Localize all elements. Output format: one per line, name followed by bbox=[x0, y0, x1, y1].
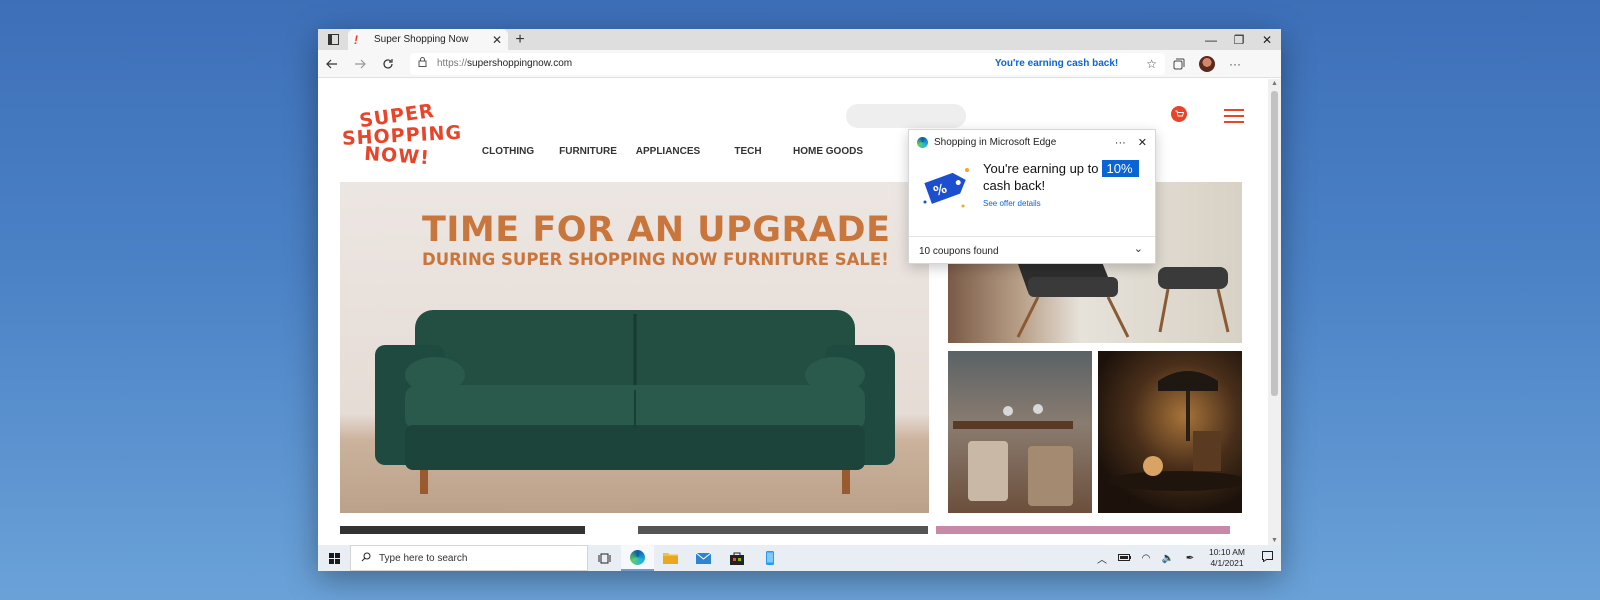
nav-item-home-goods[interactable]: HOME GOODS bbox=[788, 146, 868, 157]
panel-more-icon[interactable]: ··· bbox=[1115, 137, 1126, 149]
taskbar-search-input[interactable]: Type here to search bbox=[350, 545, 588, 571]
favorites-star-icon[interactable]: ☆ bbox=[1146, 57, 1157, 71]
site-favicon-icon: ! bbox=[354, 32, 358, 47]
start-button[interactable] bbox=[318, 545, 350, 571]
phone-icon[interactable] bbox=[753, 545, 786, 571]
shopping-panel: Shopping in Microsoft Edge ··· ✕ % You'r… bbox=[908, 129, 1156, 264]
close-window-button[interactable]: ✕ bbox=[1253, 29, 1281, 50]
nav-item-clothing[interactable]: CLOTHING bbox=[468, 146, 548, 157]
window-controls: — ❐ ✕ bbox=[1197, 29, 1281, 50]
cart-icon[interactable] bbox=[1171, 106, 1187, 122]
maximize-button[interactable]: ❐ bbox=[1225, 29, 1253, 50]
web-page: SUPER SHOPPING NOW! CLOTHING FURNITURE A… bbox=[318, 79, 1268, 571]
nav-item-appliances[interactable]: APPLIANCES bbox=[628, 146, 708, 157]
logo-line: NOW! bbox=[363, 142, 431, 170]
forward-icon[interactable] bbox=[346, 50, 374, 78]
notification-icon[interactable] bbox=[1253, 551, 1281, 565]
new-tab-button[interactable]: + bbox=[508, 29, 532, 50]
url-field[interactable]: https:// supershoppingnow.com You're ear… bbox=[410, 52, 1165, 75]
chevron-down-icon[interactable]: ⌄ bbox=[1134, 242, 1143, 255]
show-hidden-icon[interactable]: ︿ bbox=[1091, 551, 1113, 566]
sofa-image bbox=[375, 310, 895, 494]
scroll-down-icon[interactable]: ▼ bbox=[1268, 537, 1281, 544]
site-search-input[interactable] bbox=[846, 104, 966, 128]
edge-logo-icon bbox=[917, 137, 928, 148]
profile-avatar[interactable] bbox=[1199, 55, 1215, 72]
offer-suffix: cash back! bbox=[983, 178, 1046, 193]
nav-item-furniture[interactable]: FURNITURE bbox=[548, 146, 628, 157]
edge-icon[interactable] bbox=[621, 545, 654, 571]
address-bar: https:// supershoppingnow.com You're ear… bbox=[318, 50, 1281, 78]
system-tray: ︿ ◠ 🔈 ✒ 10:10 AM 4/1/2021 bbox=[1091, 547, 1281, 569]
page-scrollbar[interactable]: ▲ ▼ bbox=[1268, 79, 1281, 545]
product-strip bbox=[340, 526, 585, 534]
tab-close-icon[interactable]: ✕ bbox=[492, 33, 502, 47]
refresh-icon[interactable] bbox=[374, 50, 402, 78]
hero-title: TIME FOR AN UPGRADE bbox=[422, 210, 891, 250]
clock[interactable]: 10:10 AM 4/1/2021 bbox=[1201, 547, 1253, 569]
offer-details-link[interactable]: See offer details bbox=[983, 199, 1041, 208]
tab-title: Super Shopping Now bbox=[374, 34, 469, 45]
battery-icon[interactable] bbox=[1113, 553, 1135, 564]
product-strip bbox=[936, 526, 1230, 534]
network-icon[interactable]: ◠ bbox=[1135, 553, 1157, 564]
lock-icon[interactable] bbox=[418, 57, 427, 70]
dining-image-tile[interactable] bbox=[948, 351, 1092, 513]
active-tab[interactable]: ! Super Shopping Now ✕ bbox=[348, 29, 508, 50]
clock-date: 4/1/2021 bbox=[1210, 558, 1244, 568]
hero-subtitle: DURING SUPER SHOPPING NOW FURNITURE SALE… bbox=[422, 250, 889, 269]
scroll-thumb[interactable] bbox=[1271, 91, 1278, 396]
tab-actions-icon[interactable] bbox=[318, 29, 348, 50]
windows-taskbar: Type here to search ︿ ◠ 🔈 ✒ 10:10 AM 4/1… bbox=[318, 545, 1281, 571]
store-icon[interactable] bbox=[720, 545, 753, 571]
mail-icon[interactable] bbox=[687, 545, 720, 571]
search-icon bbox=[361, 552, 371, 565]
windows-logo-icon bbox=[328, 552, 340, 564]
site-nav: CLOTHING FURNITURE APPLIANCES TECH HOME … bbox=[468, 146, 868, 157]
volume-icon[interactable]: 🔈 bbox=[1157, 553, 1179, 564]
url-host: supershoppingnow.com bbox=[467, 58, 573, 69]
more-icon[interactable]: ··· bbox=[1221, 57, 1249, 71]
scroll-up-icon[interactable]: ▲ bbox=[1268, 80, 1281, 87]
offer-prefix: You're earning up to bbox=[983, 161, 1099, 176]
pen-icon[interactable]: ✒ bbox=[1179, 553, 1201, 564]
panel-title: Shopping in Microsoft Edge bbox=[934, 137, 1057, 148]
nav-item-tech[interactable]: TECH bbox=[708, 146, 788, 157]
browser-window: ! Super Shopping Now ✕ + — ❐ ✕ https:// … bbox=[318, 29, 1281, 571]
collections-icon[interactable] bbox=[1165, 58, 1193, 70]
task-view-icon[interactable] bbox=[588, 545, 621, 571]
file-explorer-icon[interactable] bbox=[654, 545, 687, 571]
cashback-notice[interactable]: You're earning cash back! bbox=[995, 58, 1118, 69]
back-icon[interactable] bbox=[318, 50, 346, 78]
url-protocol: https:// bbox=[437, 58, 468, 69]
product-strip bbox=[638, 526, 928, 534]
lamp-image-tile[interactable] bbox=[1098, 351, 1242, 513]
hero-banner[interactable]: TIME FOR AN UPGRADE DURING SUPER SHOPPIN… bbox=[340, 182, 929, 513]
clock-time: 10:10 AM bbox=[1209, 547, 1245, 557]
cashback-badge: 10% bbox=[1102, 160, 1139, 177]
title-bar: ! Super Shopping Now ✕ + — ❐ ✕ bbox=[318, 29, 1281, 50]
coupons-count[interactable]: 10 coupons found bbox=[919, 246, 999, 257]
site-logo[interactable]: SUPER SHOPPING NOW! bbox=[341, 100, 462, 169]
search-placeholder: Type here to search bbox=[379, 552, 468, 564]
panel-divider bbox=[909, 236, 1155, 237]
panel-close-icon[interactable]: ✕ bbox=[1138, 136, 1147, 149]
cashback-offer: You're earning up to 10% cash back! bbox=[983, 160, 1139, 194]
coupon-tag-icon: % bbox=[923, 168, 969, 208]
menu-icon[interactable] bbox=[1224, 109, 1244, 127]
minimize-button[interactable]: — bbox=[1197, 29, 1225, 50]
